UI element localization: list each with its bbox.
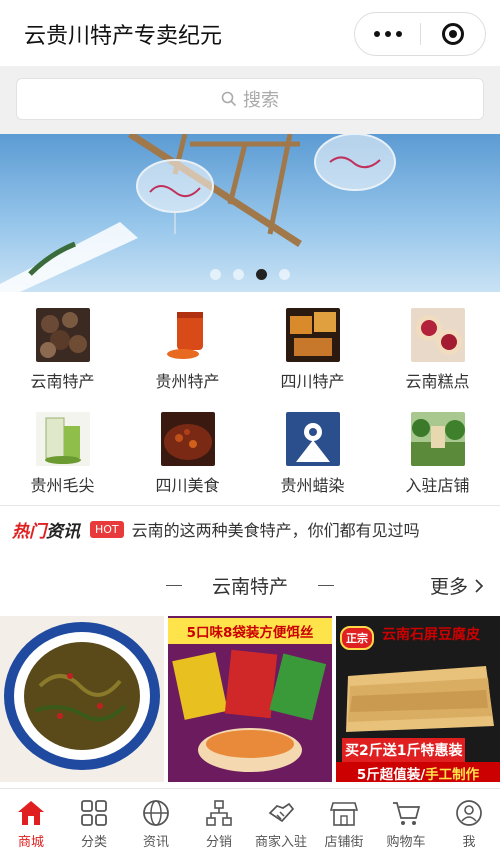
tab-label: 商城 — [17, 835, 44, 850]
bottom-tab-bar: 商城 分类 资讯 分销 商家入驻 店铺街 购物车 我 — [0, 788, 500, 858]
category-label: 四川特产 — [280, 372, 345, 391]
page-title: 云贵川特产专卖纪元 — [24, 24, 223, 49]
category-yunnan-pastry[interactable]: 云南糕点 — [375, 300, 500, 400]
more-menu-icon[interactable] — [355, 13, 420, 55]
product-title: 云南石屏豆腐皮 — [382, 627, 480, 643]
sichuan-specialty-thumb — [285, 308, 340, 362]
category-sichuan-food[interactable]: 四川美食 — [125, 404, 250, 504]
category-yunnan-specialty[interactable]: 云南特产 — [0, 300, 125, 400]
tab-label: 分销 — [205, 835, 232, 850]
tab-label: 资讯 — [142, 835, 169, 850]
section-divider — [0, 505, 500, 506]
more-label: 更多 — [429, 576, 468, 598]
category-grid: 云南特产 贵州特产 四川特产 云南糕点 贵州毛尖 四川美食 贵州蜡染 入驻店铺 — [0, 300, 500, 506]
mini-program-capsule — [354, 12, 486, 56]
storefront-icon — [330, 802, 358, 826]
product-banner-text: 5口味8袋装方便饵丝 — [168, 618, 332, 644]
category-label: 贵州蜡染 — [280, 476, 345, 495]
globe-news-icon — [143, 800, 169, 826]
product-row: 5口味8袋装方便饵丝 正宗 云南石屏豆腐皮 买2斤送1斤特惠装 5斤超值装/手工… — [0, 616, 500, 782]
category-label: 云南糕点 — [405, 372, 470, 391]
tab-label: 我 — [462, 835, 476, 850]
store-join-thumb — [410, 412, 465, 466]
guizhou-batik-thumb — [285, 412, 340, 466]
category-label: 云南特产 — [30, 372, 95, 391]
carousel-dot[interactable] — [210, 269, 221, 280]
tab-label: 商家入驻 — [254, 835, 307, 850]
category-store-join[interactable]: 入驻店铺 — [375, 404, 500, 504]
pickled-vegetable-image — [0, 616, 164, 782]
category-guizhou-specialty[interactable]: 贵州特产 — [125, 300, 250, 400]
chevron-right-icon — [475, 578, 484, 593]
carousel-dot[interactable] — [279, 269, 290, 280]
product-card[interactable] — [0, 616, 164, 782]
search-area: 搜索 — [0, 66, 500, 134]
category-label: 入驻店铺 — [405, 476, 470, 495]
search-icon — [221, 91, 237, 107]
sichuan-food-thumb — [160, 412, 215, 466]
more-link[interactable]: 更多 — [430, 572, 484, 599]
category-label: 贵州特产 — [155, 372, 220, 391]
yunnan-specialty-thumb — [35, 308, 90, 362]
title-dash — [318, 585, 334, 586]
section-title: 云南特产 — [211, 576, 288, 598]
guizhou-maojian-tea-thumb — [35, 412, 90, 466]
category-guizhou-maojian-tea[interactable]: 贵州毛尖 — [0, 404, 125, 504]
tab-label: 店铺街 — [324, 835, 364, 850]
product-card[interactable]: 正宗 云南石屏豆腐皮 买2斤送1斤特惠装 5斤超值装/手工制作 — [336, 616, 500, 782]
tab-store-street[interactable]: 店铺街 — [313, 799, 375, 855]
tab-news[interactable]: 资讯 — [125, 799, 187, 855]
handshake-icon — [268, 802, 295, 823]
carousel-dot-active[interactable] — [256, 269, 267, 280]
guizhou-specialty-thumb — [160, 308, 215, 362]
title-bar: 云贵川特产专卖纪元 — [0, 0, 500, 66]
hot-news-logo: 热门资讯 — [12, 521, 80, 542]
grid-category-icon — [81, 800, 107, 826]
promo-label: 买2斤送1斤特惠装 — [342, 738, 466, 762]
tab-label: 分类 — [80, 835, 107, 850]
search-input[interactable]: 搜索 — [16, 78, 484, 120]
category-label: 贵州毛尖 — [30, 476, 95, 495]
tab-me[interactable]: 我 — [438, 799, 500, 855]
org-chart-icon — [206, 800, 232, 826]
tab-category[interactable]: 分类 — [63, 799, 125, 855]
hot-news-bar[interactable]: 热门资讯 HOT 云南的这两种美食特产，你们都有见过吗 — [0, 507, 500, 551]
store-home-icon — [18, 801, 44, 825]
category-label: 四川美食 — [155, 476, 220, 495]
carousel-indicator — [0, 269, 500, 280]
tab-cart[interactable]: 购物车 — [375, 799, 437, 855]
cart-icon — [393, 802, 421, 825]
tab-store[interactable]: 商城 — [0, 799, 62, 855]
tab-distribution[interactable]: 分销 — [188, 799, 250, 855]
user-icon — [456, 800, 482, 826]
tab-merchant-join[interactable]: 商家入驻 — [250, 799, 312, 855]
tab-label: 购物车 — [386, 835, 426, 850]
product-card[interactable]: 5口味8袋装方便饵丝 — [168, 616, 332, 782]
news-headline[interactable]: 云南的这两种美食特产，你们都有见过吗 — [132, 517, 420, 541]
category-sichuan-specialty[interactable]: 四川特产 — [250, 300, 375, 400]
category-guizhou-batik[interactable]: 贵州蜡染 — [250, 404, 375, 504]
carousel-dot[interactable] — [233, 269, 244, 280]
yunnan-pastry-thumb — [410, 308, 465, 362]
banner-carousel[interactable] — [0, 134, 500, 292]
close-target-icon[interactable] — [421, 13, 485, 55]
promo-sub-label: 5斤超值装/手工制作 — [336, 762, 500, 782]
authentic-badge: 正宗 — [340, 626, 374, 650]
hot-badge: HOT — [90, 520, 124, 538]
section-header: 云南特产 更多 — [0, 562, 500, 608]
search-placeholder: 搜索 — [243, 90, 279, 111]
